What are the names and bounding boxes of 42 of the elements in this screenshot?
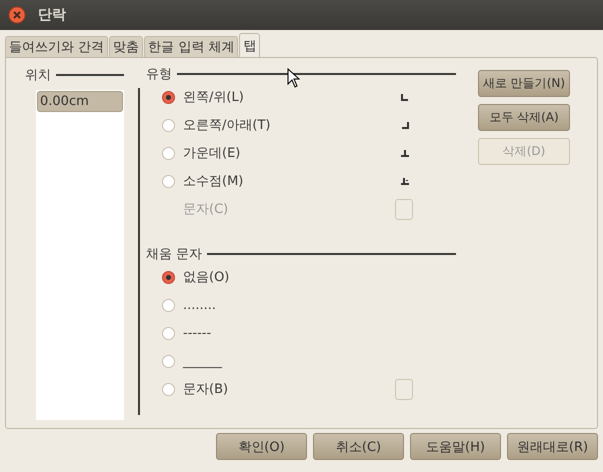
radio-button[interactable]: [162, 118, 175, 132]
mouse-cursor-icon: [287, 68, 300, 88]
dialog-button[interactable]: 확인(O): [216, 433, 307, 460]
radio-button[interactable]: [162, 354, 175, 368]
tab-stop-icon: [401, 177, 409, 185]
radio-button[interactable]: [162, 146, 175, 160]
radio-label[interactable]: 문자(B): [183, 380, 228, 398]
window-title: 단락: [38, 6, 66, 24]
section-heading: 유형: [146, 66, 172, 83]
radio-button[interactable]: [162, 90, 175, 104]
radio-label[interactable]: ------: [183, 326, 212, 340]
close-icon[interactable]: [8, 6, 26, 24]
tab[interactable]: 한글 입력 체계: [144, 36, 238, 57]
radio-label[interactable]: 오른쪽/아래(T): [183, 116, 270, 134]
action-button[interactable]: 새로 만들기(N): [478, 70, 570, 97]
radio-label[interactable]: 가운데(E): [183, 144, 240, 162]
dialog-button[interactable]: 원래대로(R): [507, 433, 598, 460]
radio-button[interactable]: [162, 382, 175, 396]
radio-label[interactable]: ______: [183, 354, 222, 368]
tab-stop-icon: [401, 93, 409, 101]
section-heading: 위치: [25, 67, 51, 84]
dialog-button[interactable]: 취소(C): [313, 433, 404, 460]
section-heading: 채움 문자: [146, 246, 202, 263]
tab-stop-icon: [401, 121, 409, 129]
tab[interactable]: 들여쓰기와 간격: [5, 36, 108, 57]
radio-button[interactable]: [162, 326, 175, 340]
radio-button[interactable]: [162, 270, 175, 284]
radio-label[interactable]: 소수점(M): [183, 172, 244, 190]
action-button[interactable]: 모두 삭제(A): [478, 104, 570, 131]
radio-button[interactable]: [162, 174, 175, 188]
character-field[interactable]: [395, 378, 413, 400]
character-label: 문자(C): [182, 201, 228, 218]
radio-label[interactable]: 왼쪽/위(L): [183, 88, 244, 106]
radio-label[interactable]: 없음(O): [183, 268, 230, 286]
character-field[interactable]: [395, 198, 413, 220]
tab[interactable]: 탭: [239, 33, 260, 57]
dialog-button[interactable]: 도움말(H): [410, 433, 501, 460]
position-field[interactable]: 0.00cm: [37, 91, 123, 112]
radio-button[interactable]: [162, 298, 175, 312]
radio-label[interactable]: ........: [183, 298, 216, 312]
tab[interactable]: 맞춤: [109, 36, 144, 57]
tab-stop-icon: [401, 149, 409, 157]
